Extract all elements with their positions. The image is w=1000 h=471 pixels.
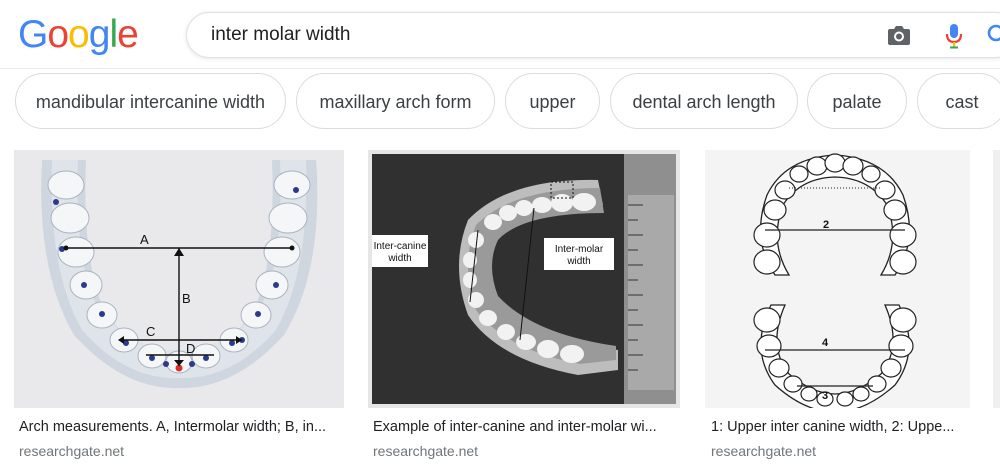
label-b: B <box>182 291 191 306</box>
result-source[interactable]: researchgate.net <box>373 443 478 459</box>
image-result[interactable]: A B C D Arch measurements. A, Intermolar… <box>14 150 344 460</box>
result-caption[interactable]: Example of inter-canine and inter-molar … <box>373 419 673 435</box>
camera-icon[interactable] <box>887 24 911 51</box>
label-2: 2 <box>823 219 829 231</box>
result-source[interactable]: researchgate.net <box>19 443 124 459</box>
xray-dental-image: Inter-canine width Inter-molar width <box>368 150 680 408</box>
result-caption[interactable]: Arch measurements. A, Intermolar width; … <box>19 419 341 435</box>
microphone-icon[interactable] <box>945 23 963 54</box>
result-source[interactable]: researchgate.net <box>711 443 816 459</box>
logo-letter-o1: o <box>47 13 69 56</box>
label-inter-molar-1: Inter-molar <box>555 244 604 255</box>
result-thumbnail[interactable]: Inter-canine width Inter-molar width <box>368 150 680 408</box>
label-inter-canine-2: width <box>387 253 411 264</box>
image-result[interactable]: Inter-canine width Inter-molar width Exa… <box>368 150 680 460</box>
chip-mandibular-intercanine-width[interactable]: mandibular intercanine width <box>15 73 286 129</box>
logo-letter-e: e <box>117 13 139 56</box>
chip-maxillary-arch-form[interactable]: maxillary arch form <box>296 73 495 129</box>
label-d: D <box>186 341 195 356</box>
search-input[interactable]: inter molar width <box>211 13 350 57</box>
label-3: 3 <box>822 390 828 402</box>
label-inter-canine-1: Inter-canine <box>374 241 427 252</box>
next-result-thumbnail-partial[interactable] <box>993 150 1000 408</box>
logo-letter-g: G <box>18 13 48 56</box>
result-caption[interactable]: 1: Upper inter canine width, 2: Uppe... <box>711 419 966 435</box>
label-c: C <box>146 324 155 339</box>
chip-upper[interactable]: upper <box>505 73 600 129</box>
chip-dental-arch-length[interactable]: dental arch length <box>610 73 798 129</box>
logo-letter-g2: g <box>88 13 111 56</box>
search-header: Google inter molar width <box>0 0 1000 69</box>
label-4: 4 <box>822 337 829 349</box>
google-logo[interactable]: Google <box>18 10 139 60</box>
search-icon[interactable] <box>987 23 1000 52</box>
chip-palate[interactable]: palate <box>807 73 907 129</box>
related-search-chips: mandibular intercanine width maxillary a… <box>15 73 1000 131</box>
logo-letter-o2: o <box>68 13 90 56</box>
logo-letter-l: l <box>109 13 118 56</box>
label-a: A <box>140 232 149 247</box>
search-box[interactable]: inter molar width <box>186 12 1000 58</box>
image-result[interactable]: 2 4 3 1: Upper inter canine width, 2: Up… <box>705 150 970 460</box>
label-inter-molar-2: width <box>566 256 590 267</box>
arch-outline-drawing: 2 4 3 <box>705 150 970 408</box>
chip-cast[interactable]: cast <box>917 73 1000 129</box>
result-thumbnail[interactable]: A B C D <box>14 150 344 408</box>
arch-diagram-illustration: A B C D <box>14 150 344 408</box>
result-thumbnail[interactable]: 2 4 3 <box>705 150 970 408</box>
